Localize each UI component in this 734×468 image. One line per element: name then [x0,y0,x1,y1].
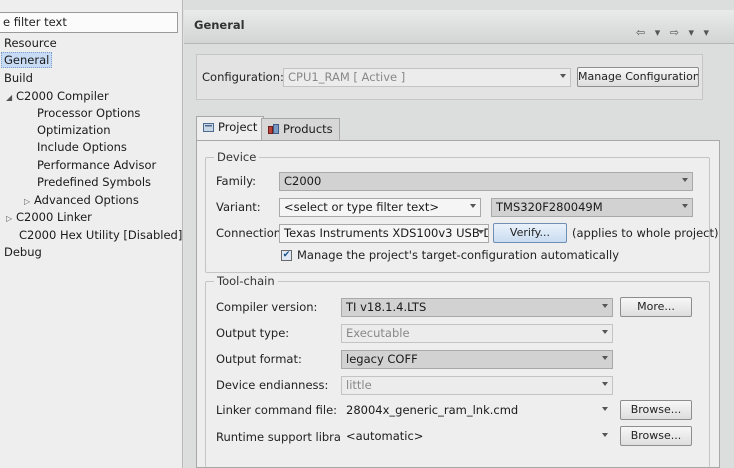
chevron-down-icon [602,433,608,437]
manage-configurations-button[interactable]: Manage Configurations... [577,67,699,87]
output-type-value: Executable [346,326,410,340]
tab-project[interactable]: Project [196,116,265,140]
variant-filter-text: <select or type filter text> [284,200,439,214]
project-tab-content: Device Family: C2000 Variant: <select or… [196,140,720,468]
variant-filter-select[interactable]: <select or type filter text> [279,198,481,217]
variant-label: Variant: [216,200,261,214]
properties-page: General ⇦ ▾ ⇨ ▾ ▾ Configuration: CPU1_RA… [184,0,734,468]
tree-item-label: C2000 Linker [16,210,92,224]
tree-item-general[interactable]: General [1,52,53,68]
linker-command-file-select[interactable]: 28004x_generic_ram_lnk.cmd [341,401,613,420]
output-type-label: Output type: [216,326,290,340]
configuration-select[interactable]: CPU1_RAM [ Active ] [283,68,571,87]
chevron-down-icon [470,204,476,208]
output-format-value: legacy COFF [346,352,418,366]
compiler-version-label: Compiler version: [216,300,318,314]
chevron-down-icon [602,330,608,334]
variant-select[interactable]: TMS320F280049M [491,198,693,217]
manage-target-config-checkbox[interactable]: ✔ [281,250,292,261]
collapsed-arrow-icon[interactable]: ▷ [6,211,16,227]
tree-item-performance-advisor[interactable]: Performance Advisor [37,157,156,173]
linker-browse-button[interactable]: Browse... [620,400,692,420]
device-group: Device Family: C2000 Variant: <select or… [205,150,719,273]
runtime-browse-button[interactable]: Browse... [620,426,692,446]
tree-item-label: Advanced Options [34,193,139,207]
expanded-arrow-icon[interactable]: ◢ [6,90,16,106]
toolchain-group: Tool-chain Compiler version: TI v18.1.4.… [205,274,710,467]
chevron-down-icon [602,304,608,308]
tab-products[interactable]: Products [261,118,340,140]
configuration-label: Configuration: [202,70,284,84]
manage-target-config-label: Manage the project's target-configuratio… [297,248,620,262]
tree-item-resource[interactable]: Resource [4,35,57,51]
configuration-bar: Configuration: CPU1_RAM [ Active ] Manag… [196,54,703,100]
compiler-version-value: TI v18.1.4.LTS [346,300,427,314]
verify-button[interactable]: Verify... [493,223,567,243]
history-nav-icons[interactable]: ⇦ ▾ ⇨ ▾ ▾ [636,26,712,39]
runtime-support-library-select[interactable]: <automatic> [341,427,613,446]
tree-item-advanced-options[interactable]: ▷ Advanced Options [24,192,139,208]
chevron-down-icon [478,230,484,234]
tree-item-include-options[interactable]: Include Options [37,139,127,155]
connection-value: Texas Instruments XDS100v3 USB Deb [284,226,489,240]
family-value: C2000 [284,174,322,188]
tab-label: Project [218,120,258,134]
tree-item-c2000-compiler[interactable]: ◢ C2000 Compiler [6,88,109,104]
family-select[interactable]: C2000 [279,172,693,191]
products-icon [268,123,279,134]
chevron-down-icon [602,382,608,386]
linker-command-file-value: 28004x_generic_ram_lnk.cmd [346,403,519,417]
page-header: General ⇦ ▾ ⇨ ▾ ▾ [184,10,734,44]
chevron-down-icon [560,74,566,78]
device-endianness-select[interactable]: little [341,376,613,395]
device-group-title: Device [214,150,260,164]
linker-command-file-label: Linker command file: [216,403,338,417]
configuration-value: CPU1_RAM [ Active ] [288,70,406,84]
more-button[interactable]: More... [620,297,692,317]
tree-item-optimization[interactable]: Optimization [37,122,111,138]
filter-input[interactable]: e filter text [0,12,178,33]
tree-item-debug[interactable]: Debug [4,244,42,260]
properties-tree-pane: e filter text Resource General Build ◢ C2… [0,0,183,468]
tab-label: Products [283,122,333,136]
device-endianness-label: Device endianness: [216,378,329,392]
connection-select[interactable]: Texas Instruments XDS100v3 USB Deb [279,224,489,243]
runtime-support-library-label: Runtime support library: [216,430,356,444]
tree-item-processor-options[interactable]: Processor Options [37,105,140,121]
project-icon [203,121,214,132]
tree-item-build[interactable]: Build [4,70,33,86]
toolchain-group-title: Tool-chain [214,274,278,288]
variant-value: TMS320F280049M [496,200,603,214]
tree-item-label: C2000 Compiler [16,89,109,103]
device-endianness-value: little [346,378,372,392]
connection-label: Connection: [216,226,285,240]
chevron-down-icon [682,178,688,182]
output-format-label: Output format: [216,352,302,366]
output-type-select[interactable]: Executable [341,324,613,343]
chevron-down-icon [602,407,608,411]
output-format-select[interactable]: legacy COFF [341,350,613,369]
tree-item-predefined-symbols[interactable]: Predefined Symbols [37,174,151,190]
runtime-support-library-value: <automatic> [346,429,424,443]
compiler-version-select[interactable]: TI v18.1.4.LTS [341,298,613,317]
chevron-down-icon [682,204,688,208]
connection-note: (applies to whole project) [572,226,719,240]
chevron-down-icon [602,356,608,360]
page-title: General [194,18,245,32]
tree-item-c2000-linker[interactable]: ▷ C2000 Linker [6,209,92,225]
family-label: Family: [216,174,257,188]
tree-item-c2000-hex-utility[interactable]: C2000 Hex Utility [Disabled] [19,227,182,243]
collapsed-arrow-icon[interactable]: ▷ [24,194,34,210]
